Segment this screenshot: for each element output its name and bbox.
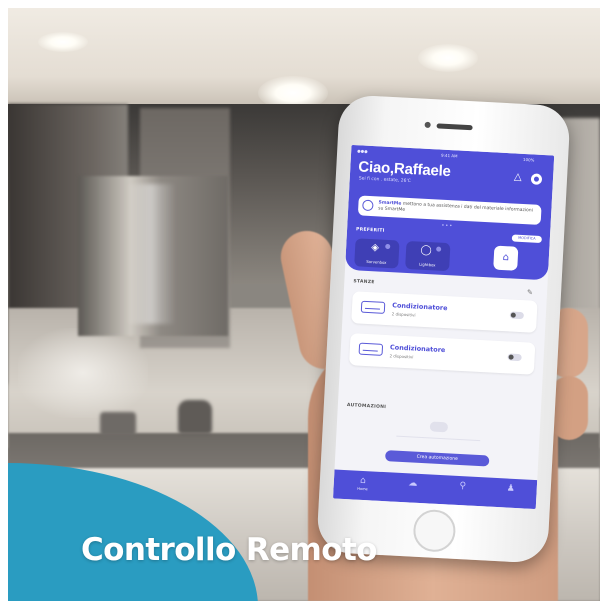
banner-body: mettono a tua assistenza i dati del mate… bbox=[378, 201, 534, 214]
cloud-icon: ☁ bbox=[408, 478, 418, 489]
automations-label: AUTOMAZIONI bbox=[346, 403, 387, 411]
banner-text: SmartMe mettono a tua assistenza i dati … bbox=[378, 200, 538, 220]
battery-level: 100% bbox=[522, 156, 535, 163]
device-name: Condizionatore bbox=[391, 301, 448, 313]
tab-home[interactable]: ⌂ Home bbox=[347, 474, 378, 498]
bulb-icon: ◯ bbox=[420, 244, 432, 257]
outlet-icon: ◈ bbox=[371, 242, 380, 254]
tab-location[interactable]: ⚲ bbox=[447, 479, 478, 503]
favorite-label: Lightbox bbox=[419, 261, 436, 268]
carousel-dots: ••• bbox=[441, 222, 454, 230]
bell-icon[interactable]: △ bbox=[514, 171, 525, 184]
divider bbox=[396, 435, 481, 442]
pot bbox=[100, 412, 136, 436]
edit-favorites-button[interactable]: MODIFICA bbox=[511, 234, 543, 244]
power-toggle[interactable] bbox=[507, 353, 522, 362]
app-screen: ●●● 9:41 AM 100% Ciao,Raffaele Sei fi co… bbox=[332, 144, 555, 510]
favorite-tile[interactable]: ◈ Sorvenbox bbox=[354, 238, 400, 269]
favorite-tile[interactable]: ◯ Lightbox bbox=[405, 240, 451, 272]
home-add-icon: ⌂ bbox=[502, 252, 510, 264]
device-card[interactable]: Condizionatore 2 dispositivi bbox=[348, 333, 536, 375]
automations-empty-state bbox=[396, 420, 481, 444]
window-glow bbox=[18, 328, 148, 418]
app-header: ●●● 9:41 AM 100% Ciao,Raffaele Sei fi co… bbox=[344, 144, 555, 281]
status-dot bbox=[385, 243, 391, 250]
status-dot bbox=[436, 246, 442, 252]
device-name: Condizionatore bbox=[389, 343, 446, 355]
ceiling-light bbox=[418, 44, 478, 72]
pencil-icon[interactable]: ✎ bbox=[527, 288, 533, 296]
favorite-label: Sorvenbox bbox=[366, 258, 387, 265]
device-detail: 2 dispositivi bbox=[391, 311, 416, 318]
kettle bbox=[178, 400, 212, 434]
ceiling-light bbox=[38, 32, 88, 52]
status-time: 9:41 AM bbox=[440, 152, 458, 159]
user-icon: ♟ bbox=[506, 483, 516, 494]
gear-icon[interactable] bbox=[530, 173, 543, 185]
smartphone: ●●● 9:41 AM 100% Ciao,Raffaele Sei fi co… bbox=[316, 94, 571, 564]
info-icon bbox=[362, 199, 374, 212]
create-automation-button[interactable]: Crea automazione bbox=[385, 450, 490, 467]
tab-cloud[interactable]: ☁ bbox=[397, 477, 428, 501]
air-conditioner-icon bbox=[358, 342, 384, 356]
air-conditioner-icon bbox=[360, 300, 386, 314]
tab-profile[interactable]: ♟ bbox=[495, 482, 526, 506]
photo-scene: ●●● 9:41 AM 100% Ciao,Raffaele Sei fi co… bbox=[8, 8, 600, 601]
device-card[interactable]: Condizionatore 2 dispositivi bbox=[351, 291, 538, 333]
device-detail: 2 dispositivi bbox=[389, 353, 414, 360]
cloud-icon bbox=[429, 421, 449, 433]
tab-label: Home bbox=[357, 486, 368, 492]
caption-title: Controllo Remoto bbox=[81, 532, 377, 568]
hood-reflection bbox=[126, 184, 176, 324]
favorites-label: PREFERITI bbox=[355, 227, 385, 234]
info-banner[interactable]: SmartMe mettono a tua assistenza i dati … bbox=[357, 195, 542, 225]
favorite-tile-add[interactable]: ⌂ bbox=[493, 245, 519, 271]
location-icon: ⚲ bbox=[459, 481, 467, 492]
power-toggle[interactable] bbox=[509, 311, 524, 320]
rooms-label: STANZE bbox=[353, 279, 375, 286]
signal-icon: ●●● bbox=[357, 148, 368, 154]
